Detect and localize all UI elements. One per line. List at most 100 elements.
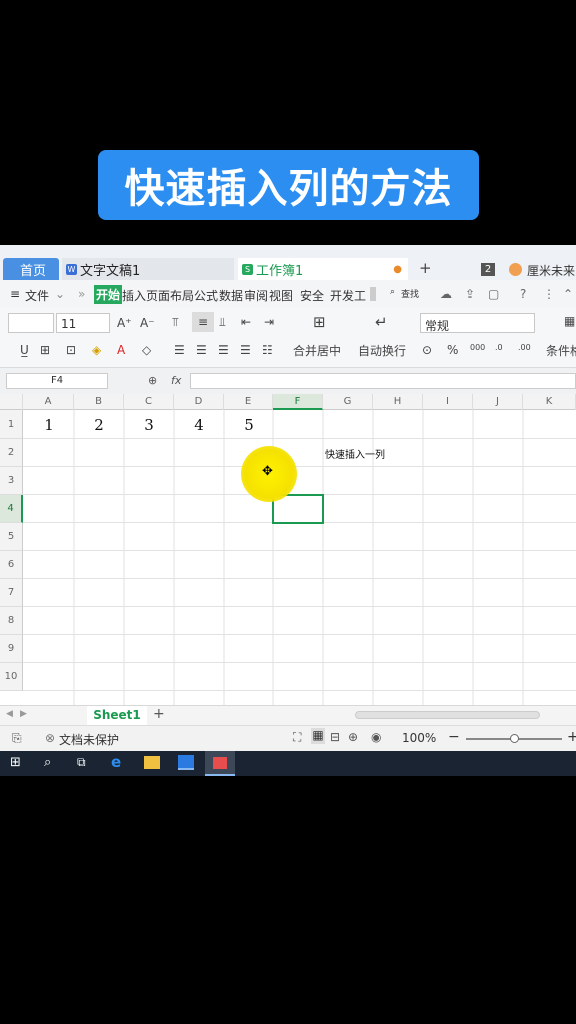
row-header-6[interactable]: 6 xyxy=(0,551,23,579)
search-icon[interactable]: ⌕ xyxy=(390,287,395,297)
underline-icon[interactable]: U̲ xyxy=(20,343,29,357)
fx-icon[interactable]: fx xyxy=(171,374,181,387)
search-button[interactable]: 查找 xyxy=(401,287,419,300)
name-box[interactable]: F4 xyxy=(6,373,108,389)
wps-icon[interactable] xyxy=(178,755,194,770)
column-header-e[interactable]: E xyxy=(224,394,273,410)
align-right-icon[interactable]: ☰ xyxy=(218,343,229,357)
menu-review[interactable]: 审阅 xyxy=(244,287,268,304)
menu-start[interactable]: 开始 xyxy=(94,285,123,304)
increase-decimal-icon[interactable]: .0 xyxy=(495,343,503,352)
row-header-7[interactable]: 7 xyxy=(0,579,23,607)
eye-protection-icon[interactable]: ◉ xyxy=(371,730,381,744)
zoom-in-button[interactable]: + xyxy=(567,729,576,745)
help-icon[interactable]: ? xyxy=(520,287,526,301)
cell-a1[interactable]: 1 xyxy=(39,416,59,434)
zoom-out-button[interactable]: − xyxy=(448,729,460,745)
conditional-format-icon[interactable]: ▦ xyxy=(564,314,575,328)
column-header-i[interactable]: I xyxy=(423,394,473,410)
conditional-format-button[interactable]: 条件格 xyxy=(546,342,576,359)
column-header-h[interactable]: H xyxy=(373,394,423,410)
horizontal-scrollbar[interactable] xyxy=(355,711,540,719)
column-header-b[interactable]: B xyxy=(74,394,124,410)
row-header-4[interactable]: 4 xyxy=(0,495,23,523)
decrease-decimal-icon[interactable]: .00 xyxy=(518,343,531,352)
sheet-tab-sheet1[interactable]: Sheet1 xyxy=(87,706,147,725)
file-explorer-icon[interactable] xyxy=(144,756,160,769)
row-header-2[interactable]: 2 xyxy=(0,439,23,467)
normal-view-icon[interactable]: ⛶ xyxy=(293,730,301,745)
indent-decrease-icon[interactable]: ⇤ xyxy=(241,315,251,329)
decrease-font-icon[interactable]: A⁻ xyxy=(140,316,155,330)
cell-grid[interactable]: 1 2 3 4 5 6 7 8 9 10 1 2 3 4 5 快速插入一列 ✥ xyxy=(0,410,576,705)
more-options-icon[interactable]: ⋮ xyxy=(543,287,555,301)
tab-workbook[interactable]: S 工作簿1 ● xyxy=(238,258,408,280)
currency-icon[interactable]: ⊙ xyxy=(422,343,432,357)
column-header-c[interactable]: C xyxy=(124,394,174,410)
row-header-8[interactable]: 8 xyxy=(0,607,23,635)
menu-page-layout[interactable]: 页面布局 xyxy=(146,287,194,304)
align-middle-icon[interactable]: ≡ xyxy=(192,312,214,332)
row-header-5[interactable]: 5 xyxy=(0,523,23,551)
cell-c1[interactable]: 3 xyxy=(139,416,159,434)
row-header-3[interactable]: 3 xyxy=(0,467,23,495)
formula-input[interactable] xyxy=(190,373,576,389)
column-header-k[interactable]: K xyxy=(523,394,576,410)
collapse-ribbon-icon[interactable]: ⌃ xyxy=(563,287,573,301)
windows-start-icon[interactable]: ⊞ xyxy=(10,755,21,770)
menu-developer[interactable]: 开发工 xyxy=(330,287,366,304)
fill-color-icon[interactable]: ◈ xyxy=(92,343,101,357)
number-format-select[interactable]: 常规 xyxy=(420,313,535,333)
menu-data[interactable]: 数据 xyxy=(219,287,243,304)
window-count-badge[interactable]: 2 xyxy=(481,263,495,276)
cell-d1[interactable]: 4 xyxy=(189,416,209,434)
new-tab-button[interactable]: + xyxy=(419,259,432,277)
grid-view-icon[interactable]: ▦ xyxy=(311,728,325,744)
row-header-9[interactable]: 9 xyxy=(0,635,23,663)
align-center-icon[interactable]: ☰ xyxy=(196,343,207,357)
edge-browser-icon[interactable]: e xyxy=(111,753,121,771)
chevron-down-icon[interactable]: ⌄ xyxy=(55,287,65,301)
hamburger-icon[interactable]: ≡ xyxy=(10,287,20,301)
align-top-icon[interactable]: ⫪ xyxy=(172,315,179,330)
increase-font-icon[interactable]: A⁺ xyxy=(117,316,132,330)
menu-security[interactable]: 安全 xyxy=(300,287,324,304)
wrap-icon[interactable]: ↵ xyxy=(375,313,388,331)
column-header-j[interactable]: J xyxy=(473,394,523,410)
zoom-slider-handle[interactable] xyxy=(510,734,519,743)
reading-mode-icon[interactable]: ⊕ xyxy=(348,730,358,744)
justify-icon[interactable]: ☰ xyxy=(240,343,251,357)
column-header-a[interactable]: A xyxy=(23,394,74,410)
cell-g2[interactable]: 快速插入一列 xyxy=(325,446,385,461)
user-avatar[interactable] xyxy=(509,263,522,276)
tab-document[interactable]: W 文字文稿1 xyxy=(62,258,234,280)
cell-e1[interactable]: 5 xyxy=(239,416,259,434)
align-bottom-icon[interactable]: ⫫ xyxy=(219,315,226,330)
search-icon[interactable]: ⌕ xyxy=(44,755,51,770)
merge-icon[interactable]: ⊞ xyxy=(313,313,326,331)
zoom-formula-icon[interactable]: ⊕ xyxy=(148,374,157,387)
task-view-icon[interactable]: ⧉ xyxy=(77,755,86,770)
tab-home[interactable]: 首页 xyxy=(3,258,59,280)
row-header-10[interactable]: 10 xyxy=(0,663,23,691)
share-icon[interactable]: ⇪ xyxy=(465,287,475,301)
font-color-icon[interactable]: A xyxy=(117,343,125,357)
font-size-select[interactable]: 11 xyxy=(56,313,110,333)
protection-status[interactable]: 文档未保护 xyxy=(59,731,119,748)
macro-icon[interactable]: ⎘ xyxy=(12,731,22,746)
merge-center-button[interactable]: 合并居中 xyxy=(293,342,341,359)
page-break-view-icon[interactable]: ⊟ xyxy=(330,730,340,744)
sheet-nav-next-icon[interactable]: ▶ xyxy=(20,709,27,719)
row-header-1[interactable]: 1 xyxy=(0,410,23,439)
column-header-f[interactable]: F xyxy=(273,394,323,410)
auto-wrap-button[interactable]: 自动换行 xyxy=(358,342,406,359)
zoom-level[interactable]: 100% xyxy=(402,731,436,745)
column-header-d[interactable]: D xyxy=(174,394,224,410)
menu-insert[interactable]: 插入 xyxy=(122,287,146,304)
font-name-select[interactable] xyxy=(8,313,54,333)
select-all-corner[interactable] xyxy=(0,394,23,410)
menu-file[interactable]: 文件 xyxy=(25,287,49,304)
align-left-icon[interactable]: ☰ xyxy=(174,343,185,357)
menu-formula[interactable]: 公式 xyxy=(194,287,218,304)
percent-button[interactable]: % xyxy=(447,343,458,357)
